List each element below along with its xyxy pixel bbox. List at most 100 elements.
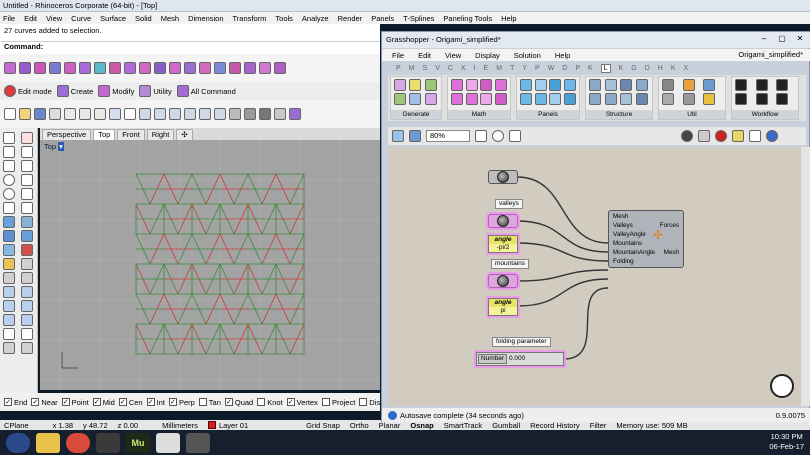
- panels-icon[interactable]: [520, 79, 532, 91]
- osnap-near[interactable]: ✓ Near: [31, 398, 58, 407]
- menu-surface[interactable]: Surface: [100, 14, 126, 23]
- tspline-display-icon[interactable]: [289, 108, 301, 120]
- sphere-icon[interactable]: [21, 230, 33, 242]
- modify-button[interactable]: Modify: [98, 85, 134, 97]
- paste-icon[interactable]: [94, 108, 106, 120]
- structure-icon[interactable]: [620, 93, 632, 105]
- tspline-thicken-icon[interactable]: [229, 62, 241, 74]
- panel-label[interactable]: Panels: [517, 110, 579, 119]
- menu-tools[interactable]: Tools: [275, 14, 293, 23]
- util-icon[interactable]: [682, 79, 695, 91]
- gh-cat-tab[interactable]: K: [671, 65, 676, 72]
- zoom-window-icon[interactable]: [184, 108, 196, 120]
- workflow-icon[interactable]: [776, 79, 789, 91]
- gh-cat-tab[interactable]: D: [645, 65, 650, 72]
- panels-icon[interactable]: [534, 79, 547, 91]
- input-mesh[interactable]: Mesh: [613, 213, 628, 220]
- tspline-cylinder-icon[interactable]: [49, 62, 61, 74]
- gh-cat-tab[interactable]: K: [619, 65, 624, 72]
- mirror-icon[interactable]: [3, 314, 15, 326]
- chrome-taskbar-icon[interactable]: [66, 432, 90, 453]
- rectangle-icon[interactable]: [3, 202, 15, 214]
- point-icon[interactable]: [21, 132, 33, 144]
- taskbar-clock[interactable]: 10:30 PM 06-Feb-17: [769, 432, 804, 452]
- select-arrow-icon[interactable]: [3, 132, 15, 144]
- panel-label[interactable]: Generate: [391, 110, 441, 119]
- all-command-button[interactable]: All Command: [176, 85, 236, 97]
- mesh-param-body[interactable]: [488, 170, 518, 184]
- rendered-icon[interactable]: [259, 108, 271, 120]
- gh-timer-icon[interactable]: [770, 374, 794, 398]
- gh-cat-tab-active[interactable]: L: [600, 63, 611, 73]
- menu-analyze[interactable]: Analyze: [302, 14, 329, 23]
- tspline-sphere-icon[interactable]: [34, 62, 46, 74]
- tspline-crease-icon[interactable]: [184, 62, 196, 74]
- gh-canvas[interactable]: valleys angle -pi/2 mountains angle pi f…: [388, 147, 801, 406]
- gh-cat-tab[interactable]: M: [409, 65, 415, 72]
- menu-help[interactable]: Help: [501, 14, 516, 23]
- close-icon[interactable]: ✕: [793, 34, 807, 43]
- save-icon[interactable]: [34, 108, 46, 120]
- panels-icon[interactable]: [520, 93, 532, 105]
- tspline-subdivide-icon[interactable]: [244, 62, 256, 74]
- workflow-icon[interactable]: [735, 93, 747, 105]
- structure-icon[interactable]: [620, 79, 632, 91]
- panels-icon[interactable]: [563, 93, 576, 105]
- osnap-int[interactable]: ✓ Int: [146, 398, 165, 407]
- gh-cat-tab[interactable]: X: [461, 65, 466, 72]
- status-layer[interactable]: Layer 01: [207, 421, 248, 430]
- split-icon[interactable]: [3, 272, 15, 284]
- tspline-insert-edge-icon[interactable]: [169, 62, 181, 74]
- panel-label[interactable]: Util: [659, 110, 725, 119]
- gh-cat-tab[interactable]: H: [658, 65, 663, 72]
- utility-button[interactable]: Utility: [139, 85, 172, 97]
- preview-mesh-icon[interactable]: [766, 130, 778, 142]
- generate-icon[interactable]: [424, 93, 437, 105]
- menu-mesh[interactable]: Mesh: [161, 14, 179, 23]
- math-icon[interactable]: [465, 79, 478, 91]
- menu-render[interactable]: Render: [338, 14, 363, 23]
- arc-icon[interactable]: [21, 174, 33, 186]
- tspline-symmetry-icon[interactable]: [199, 62, 211, 74]
- menu-dimension[interactable]: Dimension: [188, 14, 223, 23]
- sketch-icon[interactable]: [509, 130, 521, 142]
- ellipse-icon[interactable]: [3, 188, 15, 200]
- scale-icon[interactable]: [21, 300, 33, 312]
- grasshopper-taskbar-icon[interactable]: [186, 432, 210, 453]
- status-grid-snap[interactable]: Grid Snap: [306, 421, 340, 430]
- gh-cat-tab[interactable]: K: [588, 65, 593, 72]
- math-icon[interactable]: [480, 93, 492, 105]
- gh-cat-tab[interactable]: M: [496, 65, 502, 72]
- save-icon[interactable]: [409, 130, 421, 142]
- gh-cat-tab[interactable]: W: [548, 65, 555, 72]
- muse-taskbar-icon[interactable]: Mu: [126, 432, 150, 453]
- origami-solver-component[interactable]: Mesh Valleys ValleyAngle Mountains Mount…: [608, 210, 684, 268]
- util-icon[interactable]: [703, 79, 716, 91]
- gh-cat-tab[interactable]: S: [423, 65, 428, 72]
- menu-paneling-tools[interactable]: Paneling Tools: [443, 14, 492, 23]
- workflow-icon[interactable]: [755, 79, 768, 91]
- gh-cat-tab[interactable]: D: [562, 65, 567, 72]
- gh-cat-tab[interactable]: V: [435, 65, 440, 72]
- menu-tsplines[interactable]: T-Splines: [403, 14, 434, 23]
- join-icon[interactable]: [21, 272, 33, 284]
- curve-icon[interactable]: [3, 160, 15, 172]
- osnap-tan[interactable]: Tan: [198, 398, 221, 407]
- tab-right[interactable]: Right: [146, 128, 175, 140]
- move-icon[interactable]: [3, 286, 15, 298]
- surface-icon[interactable]: [3, 216, 15, 228]
- tspline-box-icon[interactable]: [4, 62, 16, 74]
- structure-icon[interactable]: [589, 79, 601, 91]
- rhino-taskbar-icon[interactable]: [156, 432, 180, 453]
- gh-menu-view[interactable]: View: [445, 51, 461, 60]
- start-button[interactable]: [6, 432, 30, 453]
- rotate-icon[interactable]: [3, 300, 15, 312]
- gh-cat-tab[interactable]: C: [448, 65, 453, 72]
- text-icon[interactable]: [21, 328, 33, 340]
- tspline-face-icon[interactable]: [109, 62, 121, 74]
- undo-icon[interactable]: [109, 108, 121, 120]
- cut-icon[interactable]: [64, 108, 76, 120]
- tab-top[interactable]: Top: [93, 128, 116, 140]
- zoom-icon[interactable]: [169, 108, 181, 120]
- zoom-extents-icon[interactable]: [199, 108, 211, 120]
